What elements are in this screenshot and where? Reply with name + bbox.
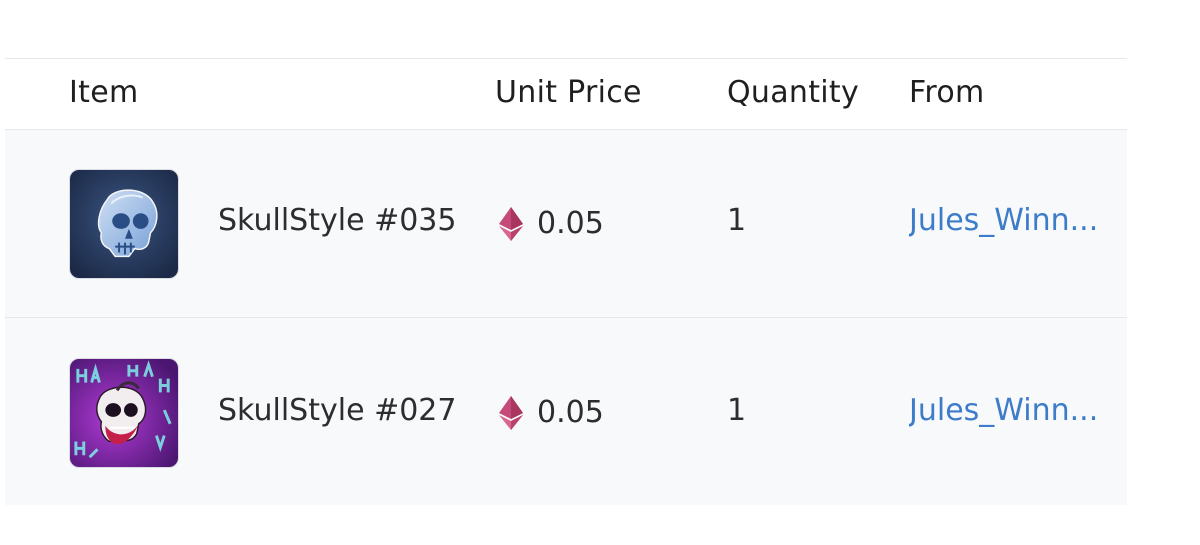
from-user-link[interactable]: Jules_Winn... bbox=[909, 393, 1121, 428]
joker-skull-image bbox=[70, 359, 178, 467]
column-header-from: From bbox=[909, 75, 985, 110]
price-value: 0.05 bbox=[537, 395, 604, 430]
table-row: SkullStyle #035 0.05 1 Jules_Winn... bbox=[5, 130, 1127, 318]
item-name[interactable]: SkullStyle #027 bbox=[218, 393, 456, 428]
price-value: 0.05 bbox=[537, 206, 604, 241]
nft-thumbnail-skull-purple[interactable] bbox=[69, 358, 179, 468]
nft-thumbnail-skull-blue[interactable] bbox=[69, 169, 179, 279]
quantity-value: 1 bbox=[727, 393, 747, 428]
ethereum-icon bbox=[499, 395, 523, 430]
quantity-value: 1 bbox=[727, 203, 747, 238]
unit-price: 0.05 bbox=[499, 395, 604, 430]
table-header-row: Item Unit Price Quantity From bbox=[5, 58, 1127, 130]
table-row: SkullStyle #027 0.05 1 Jules_Winn... bbox=[5, 318, 1127, 505]
column-header-quantity: Quantity bbox=[727, 75, 860, 110]
purchase-items-table: Item Unit Price Quantity From SkullStyle… bbox=[5, 58, 1127, 505]
crystal-skull-image bbox=[70, 170, 178, 278]
from-user-link[interactable]: Jules_Winn... bbox=[909, 203, 1121, 238]
column-header-unit-price: Unit Price bbox=[495, 75, 642, 110]
column-header-item: Item bbox=[69, 75, 139, 110]
ethereum-icon bbox=[499, 206, 523, 241]
unit-price: 0.05 bbox=[499, 206, 604, 241]
item-name[interactable]: SkullStyle #035 bbox=[218, 203, 456, 238]
